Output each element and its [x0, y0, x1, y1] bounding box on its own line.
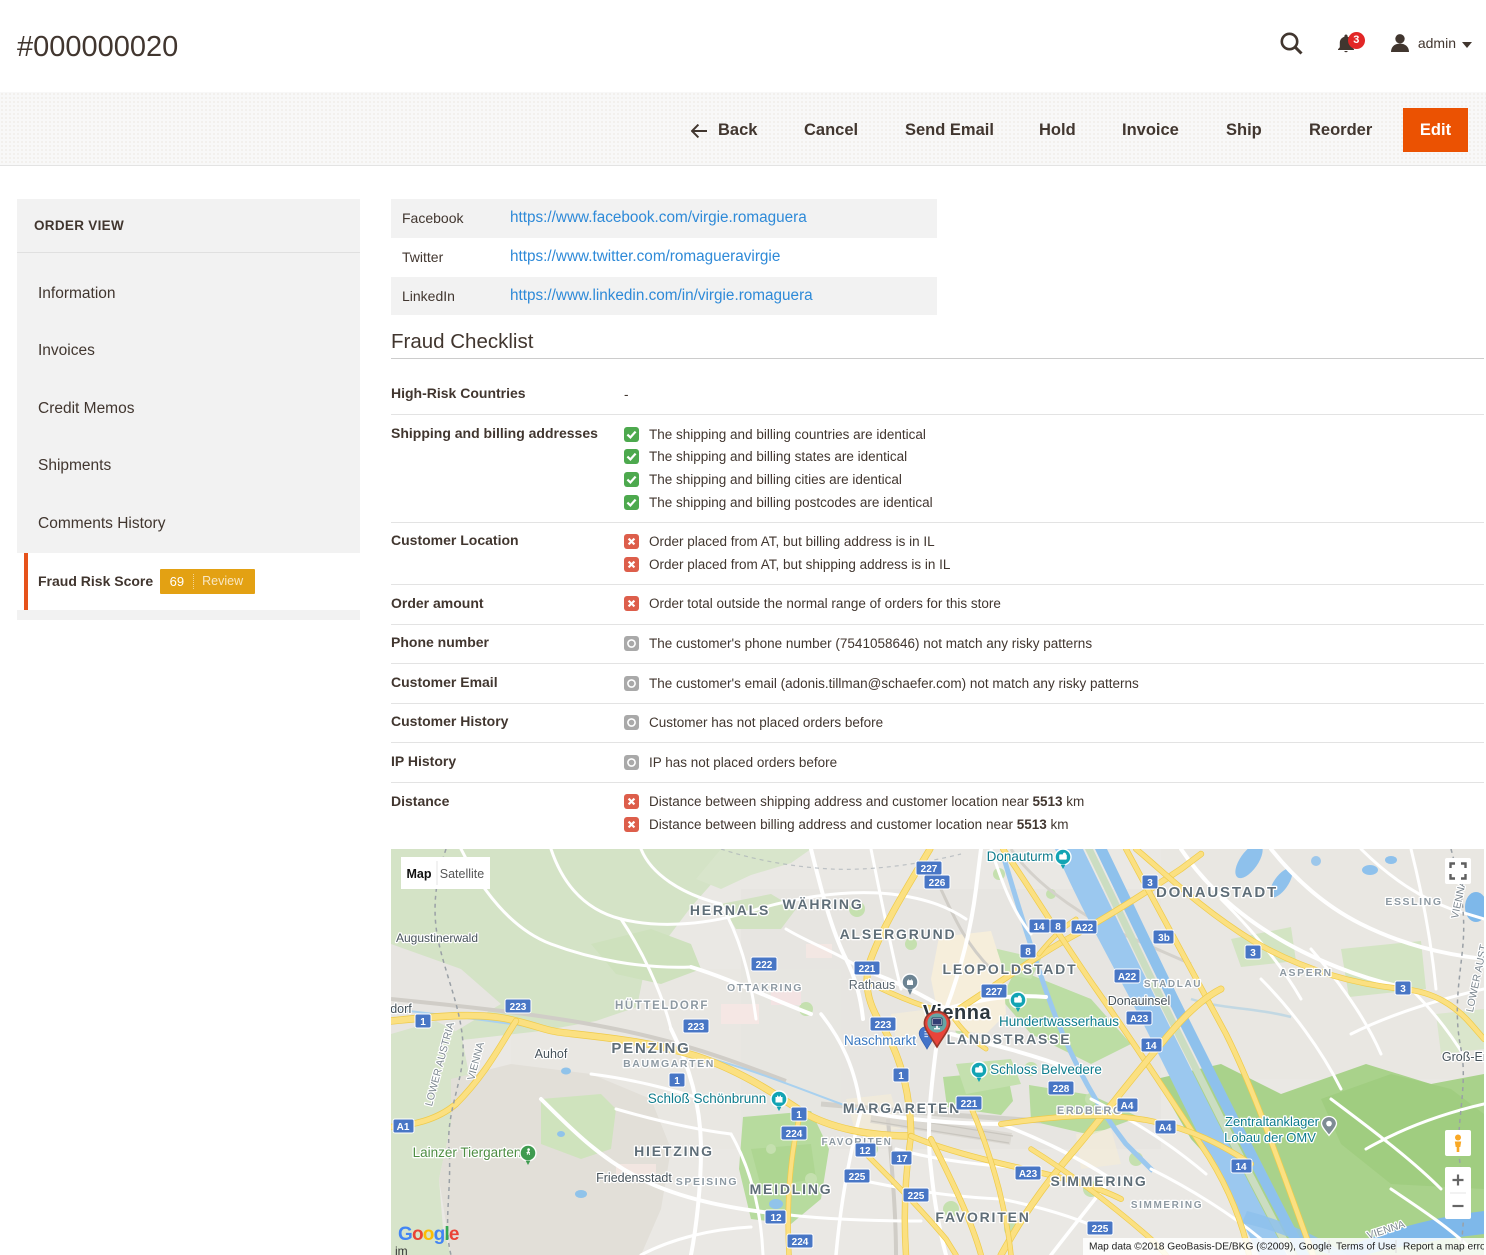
- svg-text:Augustinerwald: Augustinerwald: [396, 931, 478, 945]
- svg-text:ASPERN: ASPERN: [1279, 967, 1332, 979]
- svg-text:228: 228: [1053, 1084, 1070, 1095]
- svg-text:12: 12: [859, 1146, 871, 1157]
- svg-text:Donauinsel: Donauinsel: [1108, 994, 1171, 1008]
- svg-text:PENZING: PENZING: [611, 1040, 690, 1057]
- svg-text:MARGARETEN: MARGARETEN: [843, 1100, 961, 1116]
- svg-text:Lobau der OMV: Lobau der OMV: [1224, 1130, 1316, 1145]
- svg-text:Map data ©2018 GeoBasis-DE/BKG: Map data ©2018 GeoBasis-DE/BKG (©2009), …: [1089, 1242, 1332, 1253]
- svg-text:17: 17: [896, 1154, 908, 1165]
- svg-text:Report a map error: Report a map error: [1403, 1242, 1484, 1253]
- svg-text:SIMMERING: SIMMERING: [1131, 1200, 1203, 1211]
- svg-text:FAVORITEN: FAVORITEN: [935, 1209, 1030, 1225]
- svg-text:8: 8: [1025, 947, 1031, 958]
- svg-text:OTTAKRING: OTTAKRING: [727, 982, 803, 994]
- svg-text:8: 8: [1055, 922, 1061, 933]
- svg-text:A22: A22: [1118, 972, 1137, 983]
- svg-text:SPEISING: SPEISING: [676, 1176, 738, 1188]
- svg-text:MEIDLING: MEIDLING: [750, 1181, 833, 1197]
- svg-text:A4: A4: [1159, 1123, 1172, 1134]
- svg-text:Satellite: Satellite: [440, 867, 485, 881]
- svg-text:Terms of Use: Terms of Use: [1336, 1242, 1396, 1253]
- svg-text:14: 14: [1235, 1162, 1247, 1173]
- svg-text:224: 224: [792, 1237, 809, 1248]
- svg-text:224: 224: [786, 1129, 803, 1140]
- svg-text:A4: A4: [1121, 1101, 1134, 1112]
- svg-text:3: 3: [1250, 948, 1256, 959]
- svg-text:1: 1: [674, 1076, 680, 1087]
- svg-text:223: 223: [688, 1022, 705, 1033]
- svg-text:225: 225: [849, 1172, 866, 1183]
- svg-text:223: 223: [510, 1002, 527, 1013]
- svg-text:A23: A23: [1130, 1014, 1149, 1025]
- svg-text:221: 221: [961, 1099, 978, 1110]
- svg-text:226: 226: [929, 878, 946, 889]
- svg-text:Lainzer Tiergarten: Lainzer Tiergarten: [413, 1145, 522, 1160]
- svg-text:ALSERGRUND: ALSERGRUND: [840, 926, 957, 942]
- svg-text:HÜTTELDORF: HÜTTELDORF: [615, 999, 709, 1012]
- svg-text:Schloß Schönbrunn: Schloß Schönbrunn: [648, 1091, 767, 1106]
- svg-text:223: 223: [875, 1020, 892, 1031]
- svg-text:Hundertwasserhaus: Hundertwasserhaus: [999, 1014, 1119, 1029]
- svg-text:Groß-Enz: Groß-Enz: [1442, 1050, 1484, 1064]
- svg-text:1: 1: [796, 1110, 802, 1121]
- svg-text:1: 1: [898, 1071, 904, 1082]
- svg-text:3: 3: [1147, 878, 1153, 889]
- svg-text:12: 12: [770, 1213, 782, 1224]
- svg-text:dorf: dorf: [391, 1002, 412, 1016]
- svg-text:SIMMERING: SIMMERING: [1050, 1173, 1147, 1189]
- svg-text:3: 3: [1400, 984, 1406, 995]
- svg-text:222: 222: [756, 960, 773, 971]
- svg-text:Donauturm: Donauturm: [987, 849, 1054, 864]
- svg-text:225: 225: [1092, 1224, 1109, 1235]
- svg-text:WÄHRING: WÄHRING: [782, 896, 863, 912]
- svg-text:HERNALS: HERNALS: [690, 902, 770, 918]
- svg-text:Rathaus: Rathaus: [849, 978, 896, 992]
- svg-text:Zentraltanklager: Zentraltanklager: [1225, 1114, 1320, 1129]
- svg-text:ESSLING: ESSLING: [1385, 896, 1442, 908]
- svg-text:A22: A22: [1075, 923, 1094, 934]
- svg-text:DONAUSTADT: DONAUSTADT: [1156, 884, 1278, 901]
- svg-text:Google: Google: [398, 1224, 459, 1245]
- svg-text:LEOPOLDSTADT: LEOPOLDSTADT: [943, 961, 1078, 977]
- svg-text:LANDSTRASSE: LANDSTRASSE: [947, 1031, 1072, 1047]
- svg-text:221: 221: [859, 964, 876, 975]
- svg-text:1: 1: [420, 1017, 426, 1028]
- svg-text:Naschmarkt: Naschmarkt: [844, 1033, 916, 1048]
- svg-text:STADLAU: STADLAU: [1144, 979, 1202, 990]
- svg-text:14: 14: [1145, 1041, 1157, 1052]
- svg-text:A1: A1: [397, 1122, 410, 1133]
- svg-text:Auhof: Auhof: [535, 1047, 568, 1061]
- svg-text:Schloss Belvedere: Schloss Belvedere: [990, 1062, 1102, 1077]
- svg-text:227: 227: [986, 987, 1003, 998]
- svg-text:Map: Map: [407, 867, 432, 881]
- svg-text:225: 225: [908, 1191, 925, 1202]
- svg-text:3b: 3b: [1158, 933, 1170, 944]
- svg-text:A23: A23: [1019, 1169, 1038, 1180]
- svg-text:BAUMGARTEN: BAUMGARTEN: [623, 1058, 715, 1070]
- svg-text:227: 227: [921, 864, 938, 875]
- svg-text:Friedensstadt: Friedensstadt: [596, 1171, 672, 1185]
- svg-text:im: im: [395, 1244, 408, 1255]
- svg-text:ERDBERG: ERDBERG: [1057, 1105, 1123, 1117]
- svg-text:14: 14: [1033, 922, 1045, 933]
- svg-text:HIETZING: HIETZING: [634, 1143, 714, 1159]
